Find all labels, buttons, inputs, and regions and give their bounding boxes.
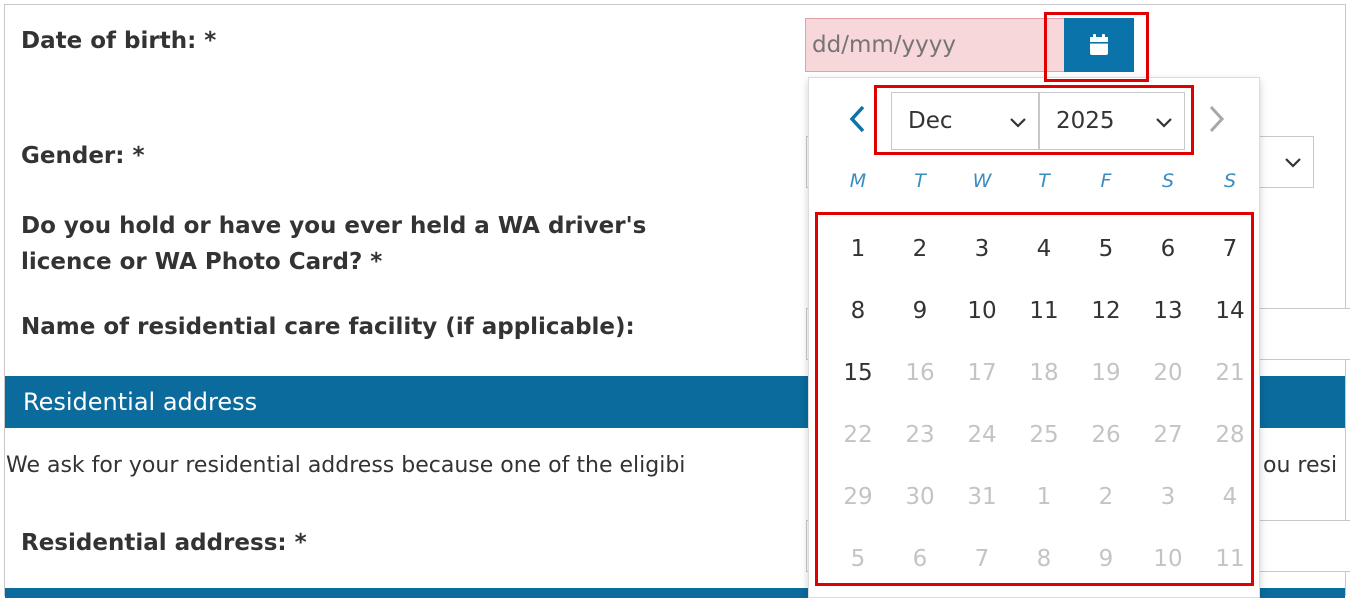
calendar-day-disabled: 24 [967, 422, 997, 448]
calendar-day-disabled: 22 [843, 422, 873, 448]
calendar-day-disabled: 17 [967, 360, 997, 386]
section-description-tail: ou resi [1263, 453, 1338, 478]
calendar-day-disabled: 18 [1029, 360, 1059, 386]
weekday-header: F [1100, 170, 1112, 192]
weekday-header: S [1161, 170, 1175, 192]
month-value: Dec [908, 108, 953, 134]
dob-input[interactable] [805, 18, 1067, 72]
calendar-day-disabled: 19 [1091, 360, 1121, 386]
calendar-day-disabled: 16 [905, 360, 935, 386]
calendar-day-disabled: 2 [1098, 484, 1114, 510]
calendar-day-disabled: 31 [967, 484, 997, 510]
calendar-day-disabled: 6 [912, 546, 928, 572]
calendar-day[interactable]: 2 [892, 224, 948, 274]
calendar-day[interactable]: 14 [1202, 286, 1258, 336]
residential-address-label: Residential address: * [21, 530, 307, 556]
calendar-day-disabled: 20 [1153, 360, 1183, 386]
calendar-day-disabled: 11 [1215, 546, 1245, 572]
dob-label: Date of birth: * [21, 28, 217, 54]
chevron-down-icon [1010, 118, 1026, 128]
weekday-header: T [1038, 170, 1050, 192]
calendar-day-disabled: 4 [1222, 484, 1238, 510]
calendar-day-disabled: 25 [1029, 422, 1059, 448]
datepicker-popup: Dec 2025 MTWTFSS 1 2 3 4 5 6 7 8 9 10 11 12 13 14 15 16… [808, 77, 1260, 598]
calendar-day[interactable]: 15 [830, 348, 886, 398]
calendar-day-disabled: 1 [1036, 484, 1052, 510]
calendar-day-disabled: 23 [905, 422, 935, 448]
calendar-day-disabled: 27 [1153, 422, 1183, 448]
calendar-day[interactable]: 4 [1016, 224, 1072, 274]
calendar-day[interactable]: 6 [1140, 224, 1196, 274]
calendar-day[interactable]: 12 [1078, 286, 1134, 336]
calendar-day-disabled: 26 [1091, 422, 1121, 448]
weekday-header: S [1223, 170, 1237, 192]
calendar-day-disabled: 8 [1036, 546, 1052, 572]
section-description: We ask for your residential address beca… [6, 453, 686, 478]
chevron-down-icon [1156, 118, 1172, 128]
calendar-day-disabled: 30 [905, 484, 935, 510]
calendar-day[interactable]: 13 [1140, 286, 1196, 336]
calendar-day-disabled: 3 [1160, 484, 1176, 510]
calendar-day[interactable]: 10 [954, 286, 1010, 336]
calendar-day-disabled: 7 [974, 546, 990, 572]
calendar-day[interactable]: 5 [1078, 224, 1134, 274]
wa-licence-label: Do you hold or have you ever held a WA d… [21, 213, 647, 275]
chevron-right-icon[interactable] [1203, 102, 1229, 136]
year-select[interactable]: 2025 [1039, 92, 1185, 150]
facility-label: Name of residential care facility (if ap… [21, 314, 635, 340]
chevron-left-icon[interactable] [845, 102, 871, 136]
calendar-day-disabled: 28 [1215, 422, 1245, 448]
calendar-day-disabled: 5 [850, 546, 866, 572]
calendar-day-disabled: 10 [1153, 546, 1183, 572]
calendar-day[interactable]: 8 [830, 286, 886, 336]
weekday-header: W [972, 170, 992, 192]
calendar-day-disabled: 9 [1098, 546, 1114, 572]
gender-label: Gender: * [21, 143, 145, 169]
weekday-header: T [914, 170, 926, 192]
calendar-icon [1090, 34, 1108, 55]
chevron-down-icon [1285, 158, 1301, 168]
calendar-day[interactable]: 9 [892, 286, 948, 336]
year-value: 2025 [1056, 108, 1115, 134]
calendar-day-disabled: 29 [843, 484, 873, 510]
calendar-day[interactable]: 11 [1016, 286, 1072, 336]
calendar-day[interactable]: 3 [954, 224, 1010, 274]
weekday-header: M [849, 170, 867, 192]
calendar-button[interactable] [1064, 18, 1134, 72]
calendar-day-disabled: 21 [1215, 360, 1245, 386]
month-select[interactable]: Dec [891, 92, 1039, 150]
calendar-day[interactable]: 7 [1202, 224, 1258, 274]
calendar-day[interactable]: 1 [830, 224, 886, 274]
